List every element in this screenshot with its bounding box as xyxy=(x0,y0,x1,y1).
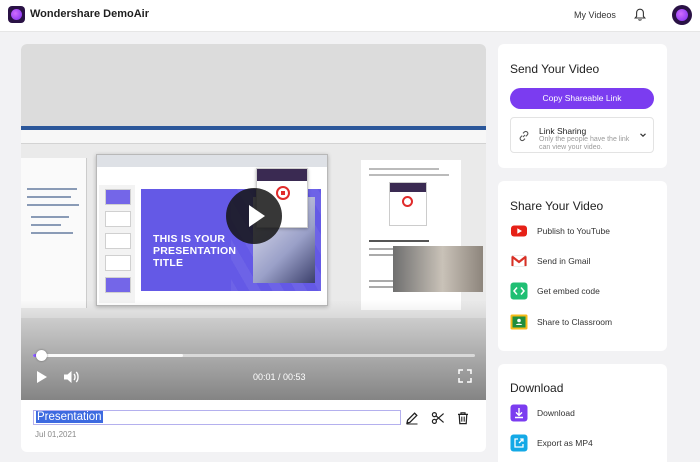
progress-bar[interactable] xyxy=(33,350,475,361)
big-play-icon[interactable] xyxy=(226,188,282,244)
video-player[interactable]: THIS IS YOUR PRESENTATION TITLE 00:01 / … xyxy=(21,44,486,400)
video-date: Jul 01,2021 xyxy=(35,430,77,439)
send-gmail-button[interactable]: Send in Gmail xyxy=(510,252,660,270)
time-display: 00:01 / 00:53 xyxy=(253,372,306,382)
app-title: Wondershare DemoAir xyxy=(30,8,149,20)
video-title-text: Presentation xyxy=(36,411,103,423)
download-card: Download Download Export as MP4 xyxy=(498,364,667,462)
download-icon xyxy=(510,404,528,422)
download-button[interactable]: Download xyxy=(510,404,660,422)
link-sharing-title: Link Sharing xyxy=(539,126,587,136)
google-classroom-icon xyxy=(510,314,528,330)
fullscreen-icon[interactable] xyxy=(458,369,472,383)
gmail-icon xyxy=(511,255,527,267)
send-video-card: Send Your Video Copy Shareable Link Link… xyxy=(498,44,667,168)
chevron-down-icon xyxy=(640,133,646,138)
demoair-logo-icon[interactable] xyxy=(8,6,25,23)
frame-navigation-pane xyxy=(21,158,87,308)
embed-code-icon xyxy=(510,282,528,300)
edit-pencil-icon[interactable] xyxy=(405,411,419,425)
scissors-icon[interactable] xyxy=(431,411,445,425)
get-embed-code-button[interactable]: Get embed code xyxy=(510,282,660,300)
publish-youtube-button[interactable]: Publish to YouTube xyxy=(510,222,660,240)
send-heading: Send Your Video xyxy=(510,62,600,76)
share-video-card: Share Your Video Publish to YouTube Send… xyxy=(498,181,667,351)
user-avatar[interactable] xyxy=(672,5,692,25)
progress-buffered xyxy=(33,354,184,357)
video-card: THIS IS YOUR PRESENTATION TITLE 00:01 / … xyxy=(21,44,486,452)
play-icon[interactable] xyxy=(35,369,49,385)
youtube-icon xyxy=(511,225,527,237)
my-videos-link[interactable]: My Videos xyxy=(574,10,616,20)
frame-recorder-widget-small xyxy=(389,182,427,226)
copy-shareable-link-button[interactable]: Copy Shareable Link xyxy=(510,88,654,109)
top-bar: Wondershare DemoAir My Videos xyxy=(0,0,700,32)
export-icon xyxy=(510,434,528,452)
frame-webcam xyxy=(393,246,483,292)
video-title-input[interactable]: Presentation xyxy=(33,410,401,425)
bell-icon[interactable] xyxy=(634,8,646,22)
link-sharing-dropdown[interactable]: Link Sharing Only the people have the li… xyxy=(510,117,654,153)
share-heading: Share Your Video xyxy=(510,199,604,213)
export-mp4-button[interactable]: Export as MP4 xyxy=(510,434,660,452)
share-classroom-button[interactable]: Share to Classroom xyxy=(510,313,660,331)
link-icon xyxy=(519,130,529,142)
trash-icon[interactable] xyxy=(456,411,470,425)
link-sharing-description: Only the people have the link can view y… xyxy=(539,136,630,151)
download-heading: Download xyxy=(510,381,564,395)
volume-icon[interactable] xyxy=(63,369,81,385)
